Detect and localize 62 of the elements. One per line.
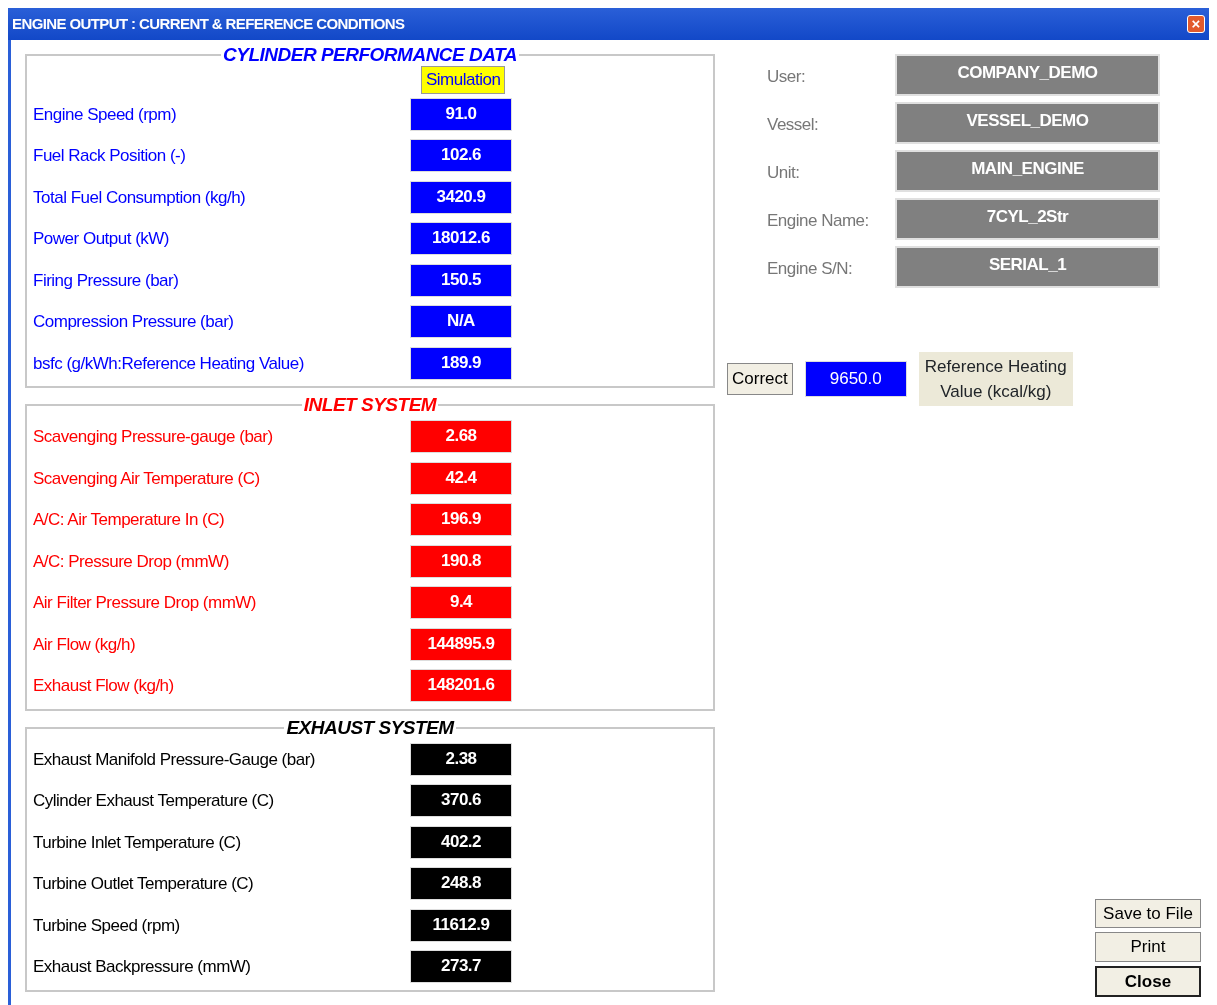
dialog-button[interactable]: Print bbox=[1095, 932, 1201, 962]
field-label: bsfc (g/kWh:Reference Heating Value) bbox=[33, 352, 305, 375]
value-field: 2.68 bbox=[410, 420, 512, 454]
field-label: Air Filter Pressure Drop (mmW) bbox=[33, 592, 257, 614]
field-label: A/C: Pressure Drop (mmW) bbox=[33, 550, 230, 573]
field-label: Power Output (kW) bbox=[33, 228, 171, 250]
value-field: COMPANY_DEMO bbox=[895, 54, 1160, 96]
correct-button[interactable]: Correct bbox=[727, 363, 793, 395]
value-field: 42.4 bbox=[410, 461, 512, 495]
close-button[interactable]: × bbox=[1187, 15, 1205, 33]
value-field: 91.0 bbox=[410, 97, 512, 131]
section-title: EXHAUST SYSTEM bbox=[285, 716, 456, 739]
value-field: 273.7 bbox=[410, 950, 512, 984]
value-field: 189.9 bbox=[410, 346, 512, 380]
value-field: 150.5 bbox=[410, 263, 512, 297]
column-header: Simulation bbox=[421, 66, 506, 94]
value-field: 18012.6 bbox=[410, 222, 512, 256]
field-label: Compression Pressure (bar) bbox=[33, 311, 235, 333]
window-title: ENGINE OUTPUT : CURRENT & REFERENCE CONDITIONS bbox=[12, 13, 405, 34]
value-field: MAIN_ENGINE bbox=[895, 150, 1160, 192]
field-label: Vessel: bbox=[766, 114, 820, 136]
field-label: Scavenging Air Temperature (C) bbox=[33, 467, 261, 490]
value-field: 196.9 bbox=[410, 503, 512, 537]
field-label: Air Flow (kg/h) bbox=[33, 633, 137, 656]
field-label: Engine Name: bbox=[766, 210, 870, 232]
field-label: Turbine Inlet Temperature (C) bbox=[33, 831, 242, 854]
field-label: Turbine Speed (rpm) bbox=[33, 914, 181, 937]
value-field: 9650.0 bbox=[804, 361, 907, 397]
field-label: Exhaust Manifold Pressure-Gauge (bar) bbox=[33, 748, 316, 771]
value-field: 144895.9 bbox=[410, 627, 512, 661]
value-field: N/A bbox=[410, 305, 512, 339]
field-label: A/C: Air Temperature In (C) bbox=[33, 509, 226, 531]
field-label: Exhaust Flow (kg/h) bbox=[33, 675, 175, 697]
field-label: Cylinder Exhaust Temperature (C) bbox=[33, 790, 275, 812]
field-label: Exhaust Backpressure (mmW) bbox=[33, 956, 252, 978]
section-title: CYLINDER PERFORMANCE DATA bbox=[222, 44, 518, 66]
value-field: 402.2 bbox=[410, 825, 512, 859]
field-label: Firing Pressure (bar) bbox=[33, 269, 180, 292]
value-field: 7CYL_2Str bbox=[895, 198, 1160, 240]
value-field: 9.4 bbox=[410, 586, 512, 620]
field-label: Turbine Outlet Temperature (C) bbox=[33, 873, 255, 895]
field-label: Total Fuel Consumption (kg/h) bbox=[33, 186, 247, 209]
value-field: 11612.9 bbox=[410, 908, 512, 942]
reference-label: Reference Heating Value (kcal/kg) bbox=[918, 352, 1073, 406]
field-label: Engine Speed (rpm) bbox=[33, 103, 178, 126]
value-field: VESSEL_DEMO bbox=[895, 102, 1160, 144]
value-field: 3420.9 bbox=[410, 180, 512, 214]
value-field: 370.6 bbox=[410, 784, 512, 818]
value-field: 2.38 bbox=[410, 742, 512, 776]
value-field: 148201.6 bbox=[410, 669, 512, 703]
field-label: Fuel Rack Position (-) bbox=[33, 145, 187, 167]
field-label: Engine S/N: bbox=[766, 258, 854, 280]
value-field: 102.6 bbox=[410, 139, 512, 173]
value-field: SERIAL_1 bbox=[895, 246, 1160, 288]
value-field: 190.8 bbox=[410, 544, 512, 578]
field-label: Scavenging Pressure-gauge (bar) bbox=[33, 426, 274, 448]
field-label: User: bbox=[766, 66, 807, 88]
field-label: Unit: bbox=[766, 162, 801, 184]
dialog-button[interactable]: Save to File bbox=[1095, 898, 1201, 928]
section-title: INLET SYSTEM bbox=[302, 394, 438, 416]
value-field: 248.8 bbox=[410, 867, 512, 901]
dialog-button[interactable]: Close bbox=[1095, 965, 1201, 997]
